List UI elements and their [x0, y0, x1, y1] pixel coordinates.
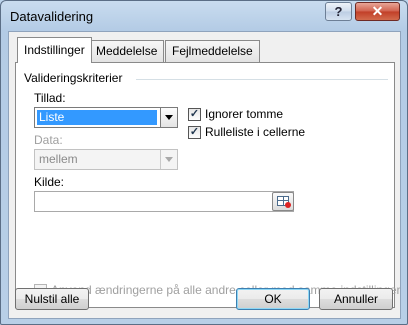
data-selected-value: mellem [39, 152, 78, 166]
close-button[interactable]: ✕ [355, 2, 400, 21]
group-divider [136, 79, 388, 80]
title-bar[interactable]: Datavalidering ? ✕ [1, 1, 407, 31]
dialog-client-area: Indstillinger Meddelelse Fejlmeddelelse … [8, 31, 401, 319]
ignore-blank-checkbox[interactable]: ✓ [188, 108, 201, 121]
data-dropdown: mellem [34, 149, 178, 170]
tab-input-message[interactable]: Meddelelse [89, 40, 165, 62]
dialog-title: Datavalidering [10, 9, 94, 24]
ignore-blank-label[interactable]: Ignorer tomme [205, 107, 283, 121]
help-button[interactable]: ? [325, 2, 352, 21]
data-label: Data: [34, 133, 63, 147]
tab-settings[interactable]: Indstillinger [17, 37, 92, 63]
collapse-arrow-icon [285, 202, 291, 208]
data-validation-dialog: Datavalidering ? ✕ Indstillinger Meddele… [0, 0, 408, 325]
chevron-down-icon[interactable] [160, 108, 177, 127]
range-selector-button[interactable] [272, 192, 294, 211]
in-cell-dropdown-label[interactable]: Rulleliste i cellerne [205, 125, 305, 139]
allow-dropdown[interactable]: Liste [34, 107, 178, 128]
tab-error-alert[interactable]: Fejlmeddelelse [165, 40, 260, 62]
source-label: Kilde: [34, 175, 65, 189]
settings-panel: Valideringskriterier Tillad: Liste ✓ Ign… [15, 62, 401, 308]
validation-criteria-title: Valideringskriterier [24, 71, 123, 85]
cancel-button[interactable]: Annuller [319, 288, 393, 310]
clear-all-button[interactable]: Nulstil alle [15, 288, 89, 310]
chevron-down-icon [160, 150, 177, 169]
allow-label: Tillad: [34, 91, 66, 105]
ok-button[interactable]: OK [236, 288, 310, 310]
source-input[interactable] [34, 191, 294, 212]
in-cell-dropdown-checkbox[interactable]: ✓ [188, 126, 201, 139]
allow-selected-value: Liste [37, 110, 157, 125]
